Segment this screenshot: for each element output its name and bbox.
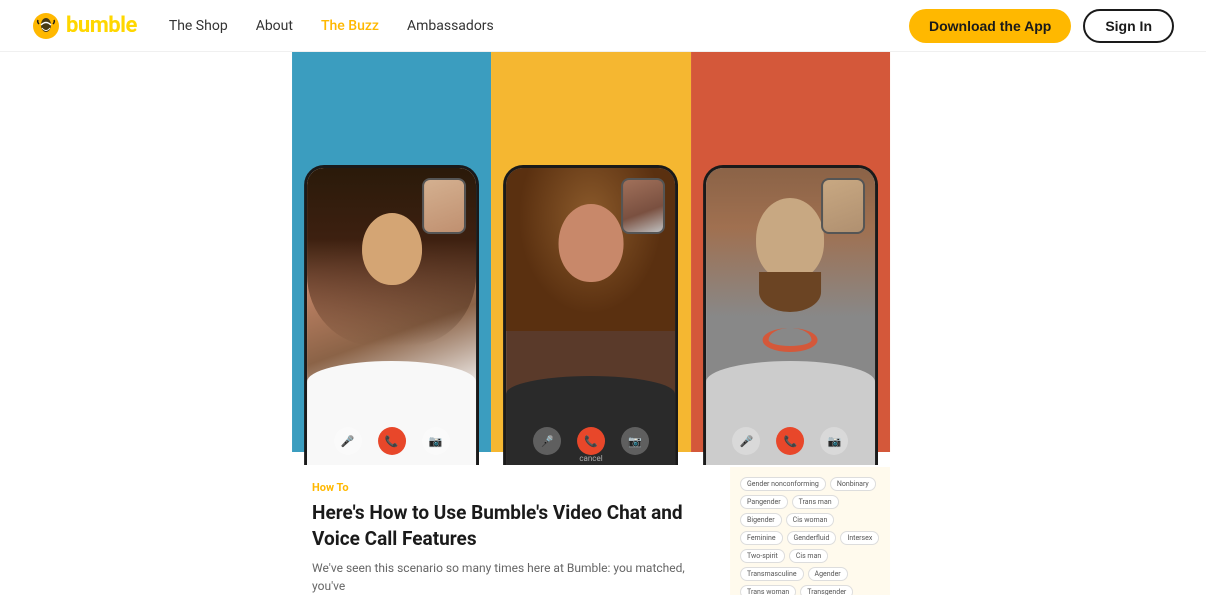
cam-btn-3[interactable]: 📷 [820,427,848,455]
mini-thumb-1 [422,178,466,234]
phone-card-2: 🎤 📞 📷 cancel [504,165,679,465]
article-main: How To Here's How to Use Bumble's Video … [292,467,730,595]
nav-the-buzz[interactable]: The Buzz [321,18,379,34]
controls-2: 🎤 📞 📷 [507,427,676,455]
page-wrapper: bumble The Shop About The Buzz Ambassado… [0,0,1206,595]
logo[interactable]: bumble [32,12,137,40]
nav-ambassadors[interactable]: Ambassadors [407,18,494,34]
article-title: Here's How to Use Bumble's Video Chat an… [312,500,710,551]
tag-chip: Cis woman [786,513,835,527]
headphones-icon [763,328,818,352]
cam-btn-2[interactable]: 📷 [621,427,649,455]
tag-chip: Genderfluid [787,531,837,545]
phone-card-3: 🎤 📞 📷 [703,165,878,465]
mic-btn-1[interactable]: 🎤 [334,427,362,455]
tag-chip: Intersex [840,531,879,545]
controls-1: 🎤 📞 📷 [307,427,476,455]
content-area: 🎤 📞 📷 🎤 📞 📷 cancel [0,52,1206,595]
mini-thumb-2 [622,178,666,234]
bumble-logo-icon [32,12,60,40]
article-thumbnail: Gender nonconforming Nonbinary Pangender… [730,467,890,595]
end-call-btn-3[interactable]: 📞 [776,427,804,455]
phones-row: 🎤 📞 📷 🎤 📞 📷 cancel [292,70,890,465]
tag-chip: Trans woman [740,585,796,595]
navbar: bumble The Shop About The Buzz Ambassado… [0,0,1206,52]
nav-the-shop[interactable]: The Shop [169,18,228,34]
face-3 [756,198,824,280]
brand-name: bumble [66,13,137,38]
article-tag: How To [312,481,710,494]
tag-chip: Trans man [792,495,839,509]
mic-btn-3[interactable]: 🎤 [732,427,760,455]
tag-chip: Pangender [740,495,788,509]
beard [759,272,821,312]
tag-chip: Gender nonconforming [740,477,826,491]
tag-chip: Bigender [740,513,782,527]
sign-in-button[interactable]: Sign In [1083,9,1174,43]
mini-thumb-3 [821,178,865,234]
article-excerpt: We've seen this scenario so many times h… [312,559,710,595]
end-call-btn-2[interactable]: 📞 [577,427,605,455]
download-app-button[interactable]: Download the App [909,9,1071,43]
nav-about[interactable]: About [256,18,293,34]
article-row: How To Here's How to Use Bumble's Video … [292,467,890,595]
tag-chip: Agender [808,567,848,581]
mic-btn-2[interactable]: 🎤 [533,427,561,455]
tag-chip: Cis man [789,549,828,563]
end-call-btn-1[interactable]: 📞 [378,427,406,455]
tags-grid: Gender nonconforming Nonbinary Pangender… [740,477,880,595]
face-2 [559,204,624,282]
controls-3: 🎤 📞 📷 [706,427,875,455]
tag-chip: Two-spirit [740,549,785,563]
nav-links: The Shop About The Buzz Ambassadors [169,18,909,34]
tag-chip: Transmasculine [740,567,804,581]
tag-chip: Feminine [740,531,783,545]
tag-chip: Transgender [800,585,853,595]
phone-card-1: 🎤 📞 📷 [304,165,479,465]
tag-chip: Nonbinary [830,477,876,491]
cancel-label-2: cancel [579,454,602,463]
face-1 [362,213,422,285]
cam-btn-1[interactable]: 📷 [422,427,450,455]
nav-actions: Download the App Sign In [909,9,1174,43]
